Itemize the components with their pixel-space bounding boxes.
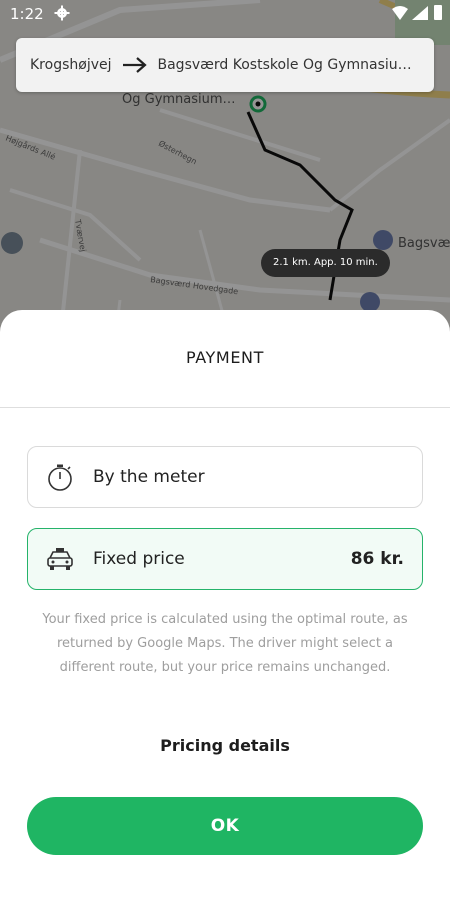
status-bar: 1:22 — [0, 0, 450, 30]
status-time: 1:22 — [10, 5, 44, 23]
option-label: Fixed price — [93, 549, 185, 569]
taxi-icon — [47, 548, 73, 570]
stopwatch-icon — [48, 464, 72, 491]
divider — [0, 407, 450, 408]
payment-sheet: PAYMENT By the meter Fixed price 86 kr. … — [0, 310, 450, 900]
route-card[interactable]: Krogshøjvej Bagsværd Kostskole Og Gymnas… — [16, 38, 434, 92]
pricing-details-link[interactable]: Pricing details — [0, 736, 450, 755]
ok-button[interactable]: OK — [27, 797, 423, 855]
eta-badge: 2.1 km. App. 10 min. — [261, 249, 390, 277]
route-to: Bagsværd Kostskole Og Gymnasium… — [157, 57, 416, 73]
fixed-price-description: Your fixed price is calculated using the… — [42, 612, 408, 675]
option-label: By the meter — [93, 467, 205, 487]
route-from: Krogshøjvej — [30, 57, 112, 73]
wifi-icon — [392, 6, 408, 20]
fixed-price-value: 86 kr. — [350, 549, 404, 569]
battery-icon — [434, 5, 442, 20]
option-by-the-meter[interactable]: By the meter — [27, 446, 423, 508]
option-fixed-price[interactable]: Fixed price 86 kr. — [27, 528, 423, 590]
page-title: PAYMENT — [186, 348, 264, 367]
gear-icon — [54, 5, 70, 21]
arrow-right-icon — [122, 57, 147, 73]
signal-icon — [412, 6, 428, 20]
